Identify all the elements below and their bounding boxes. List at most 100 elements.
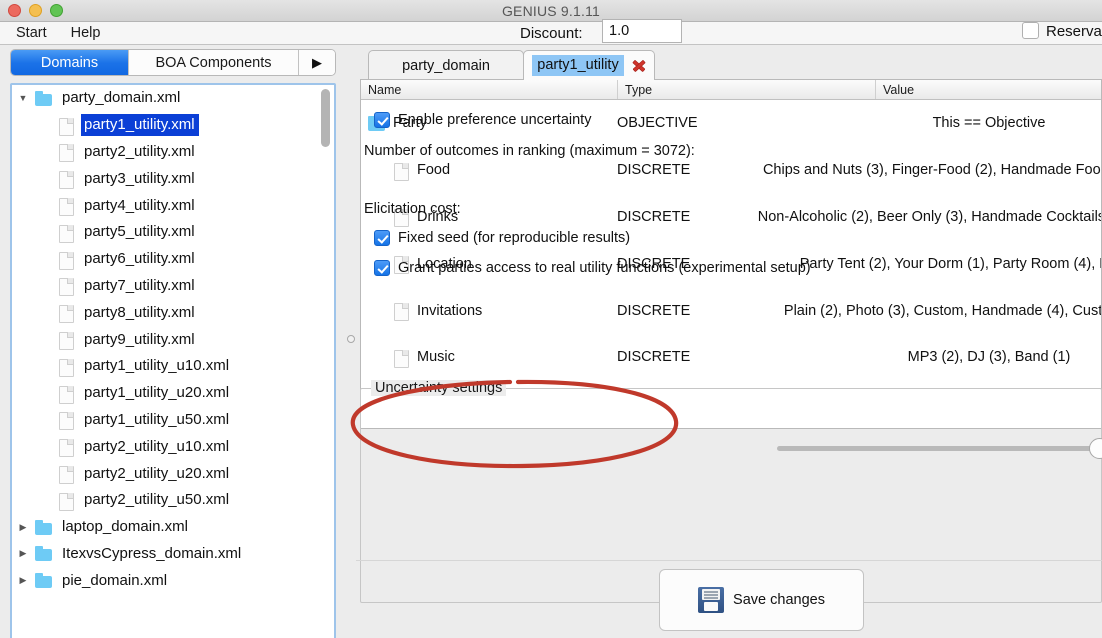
- tree-item-party-domain-xml[interactable]: ▼ party_domain.xml: [12, 85, 320, 112]
- tree-item-pie-domain-xml[interactable]: ▶ pie_domain.xml: [12, 567, 320, 594]
- checkbox-checked-icon: [374, 230, 390, 246]
- fixed-seed-checkbox[interactable]: Fixed seed (for reproducible results): [374, 230, 630, 246]
- chevron-right-icon[interactable]: ▶: [12, 548, 34, 559]
- file-icon: [56, 358, 76, 377]
- tree-item-party3-utility-xml[interactable]: party3_utility.xml: [12, 165, 320, 192]
- column-header-value[interactable]: Value: [875, 80, 1101, 99]
- utility-table: Name Type Value Party OBJECTIVE This == Ob…: [360, 79, 1102, 429]
- cell-name-label: Music: [417, 349, 455, 366]
- chevron-right-icon[interactable]: ▶: [12, 575, 34, 586]
- elicitation-cost-label: Elicitation cost:: [364, 201, 461, 217]
- cell-value-label: MP3 (2), DJ (3), Band (1): [907, 349, 1071, 366]
- cell-value-label: Non-Alcoholic (2), Beer Only (3), Handma…: [757, 208, 1102, 225]
- tab-party-domain[interactable]: party_domain: [368, 50, 524, 80]
- tree-item-party4-utility-xml[interactable]: party4_utility.xml: [12, 192, 320, 219]
- divider-dot-icon: [346, 335, 355, 343]
- tree-item-party8-utility-xml[interactable]: party8_utility.xml: [12, 299, 320, 326]
- menu-item-help[interactable]: Help: [61, 24, 111, 43]
- folder-icon: [34, 572, 54, 589]
- tree-item-label: party7_utility.xml: [84, 276, 195, 294]
- tree-item-party1-utility-u20-xml[interactable]: party1_utility_u20.xml: [12, 380, 320, 407]
- tree-rows-container: ▼ party_domain.xml party1_utility.xmlparty…: [12, 85, 320, 638]
- tab-domains[interactable]: Domains: [11, 50, 129, 75]
- file-icon: [56, 492, 76, 511]
- column-header-name[interactable]: Name: [361, 80, 617, 99]
- tree-item-party2-utility-u50-xml[interactable]: party2_utility_u50.xml: [12, 487, 320, 514]
- tree-item-party2-utility-u10-xml[interactable]: party2_utility_u10.xml: [12, 433, 320, 460]
- file-icon: [391, 162, 411, 181]
- tree-item-party2-utility-xml[interactable]: party2_utility.xml: [12, 139, 320, 166]
- table-header-row: Name Type Value: [361, 80, 1101, 100]
- tree-item-label: ItexvsCypress_domain.xml: [62, 544, 242, 562]
- tree-item-party1-utility-u10-xml[interactable]: party1_utility_u10.xml: [12, 353, 320, 380]
- tree-item-party2-utility-u20-xml[interactable]: party2_utility_u20.xml: [12, 460, 320, 487]
- grant-parties-access-label: Grant parties access to real utility fun…: [398, 260, 811, 276]
- file-icon: [56, 197, 76, 217]
- outcomes-slider-track[interactable]: [777, 446, 1100, 451]
- sidebar-scroll-right-button[interactable]: ▶: [299, 50, 335, 75]
- column-header-type[interactable]: Type: [617, 80, 875, 99]
- tree-item-label: party2_utility_u20.xml: [84, 464, 230, 482]
- sidebar-segmented-control: Domains BOA Components ▶: [10, 49, 336, 76]
- tree-item-label: party2_utility_u50.xml: [84, 491, 230, 509]
- tree-item-label: party2_utility.xml: [84, 142, 195, 160]
- cell-value: Party Tent (2), Your Dorm (1), Party Roo…: [800, 240, 1101, 287]
- tree-item-party5-utility-xml[interactable]: party5_utility.xml: [12, 219, 320, 246]
- tab-party1-utility-label: party1_utility: [532, 55, 624, 76]
- cell-name-label: Food: [417, 162, 451, 179]
- file-icon: [56, 385, 76, 404]
- menu-item-start[interactable]: Start: [6, 24, 57, 43]
- tree-item-label: party1_utility.xml: [81, 114, 199, 137]
- folder-icon: [34, 90, 54, 107]
- checkbox-checked-icon: [374, 260, 390, 276]
- enable-preference-uncertainty-checkbox[interactable]: Enable preference uncertainty: [374, 112, 591, 128]
- chevron-down-icon[interactable]: ▼: [12, 93, 34, 103]
- tree-vertical-scroll-thumb[interactable]: [321, 89, 330, 147]
- tree-item-party7-utility-xml[interactable]: party7_utility.xml: [12, 273, 320, 300]
- table-row[interactable]: Invitations DISCRETE Plain (2), Photo (3),…: [361, 287, 1101, 334]
- red-x-close-icon[interactable]: [631, 58, 646, 73]
- cell-name-label: Invitations: [417, 302, 483, 319]
- tree-item-itexvscypress-domain-xml[interactable]: ▶ ItexvsCypress_domain.xml: [12, 541, 320, 568]
- tab-party1-utility[interactable]: party1_utility: [523, 50, 655, 80]
- save-changes-label: Save changes: [733, 592, 825, 608]
- discount-label: Discount:: [520, 25, 583, 42]
- cell-value-label: Chips and Nuts (3), Finger-Food (2), Han…: [762, 162, 1101, 179]
- cell-name: Music: [361, 334, 617, 381]
- cell-name: Invitations: [361, 287, 617, 334]
- discount-input[interactable]: 1.0: [602, 19, 682, 43]
- cell-value: Chips and Nuts (3), Finger-Food (2), Han…: [763, 147, 1101, 194]
- window-title: GENIUS 9.1.11: [501, 3, 601, 19]
- cell-value-label: This == Objective: [932, 115, 1046, 132]
- editor-tab-bar: party_domain party1_utility: [360, 50, 1102, 80]
- tree-item-laptop-domain-xml[interactable]: ▶ laptop_domain.xml: [12, 514, 320, 541]
- tree-item-party6-utility-xml[interactable]: party6_utility.xml: [12, 246, 320, 273]
- folder-icon: [34, 545, 54, 562]
- tree-item-party1-utility-u50-xml[interactable]: party1_utility_u50.xml: [12, 407, 320, 434]
- footer-bar: Save changes: [356, 562, 1102, 638]
- tree-item-party9-utility-xml[interactable]: party9_utility.xml: [12, 326, 320, 353]
- tree-item-party1-utility-xml[interactable]: party1_utility.xml: [12, 112, 320, 139]
- chevron-right-icon[interactable]: ▶: [12, 522, 34, 533]
- save-changes-button[interactable]: Save changes: [659, 569, 864, 631]
- tree-vertical-scrollbar[interactable]: [321, 89, 330, 638]
- split-pane-divider-handle[interactable]: [345, 332, 356, 346]
- tree-item-label: party3_utility.xml: [84, 169, 195, 187]
- file-icon: [56, 143, 76, 163]
- tab-boa-components[interactable]: BOA Components: [129, 50, 299, 75]
- tree-item-label: party4_utility.xml: [84, 196, 195, 214]
- file-icon: [56, 117, 76, 136]
- folder-icon: [34, 519, 54, 536]
- application-window: GENIUS 9.1.11 Start Help Domains BOA Com…: [0, 0, 1102, 638]
- file-icon: [391, 349, 411, 368]
- grant-parties-access-checkbox[interactable]: Grant parties access to real utility fun…: [374, 260, 811, 276]
- cell-value: Non-Alcoholic (2), Beer Only (3), Handma…: [758, 194, 1101, 241]
- uncertainty-group-title: Uncertainty settings: [371, 380, 507, 396]
- file-icon: [56, 224, 76, 243]
- file-icon: [56, 304, 76, 324]
- domain-file-tree[interactable]: ▼ party_domain.xml party1_utility.xmlparty…: [10, 83, 336, 638]
- table-row[interactable]: Music DISCRETE MP3 (2), DJ (3), Band (1): [361, 334, 1101, 381]
- footer-divider: [356, 560, 1102, 561]
- cell-type: OBJECTIVE: [617, 115, 698, 132]
- reservation-checkbox[interactable]: [1022, 22, 1039, 39]
